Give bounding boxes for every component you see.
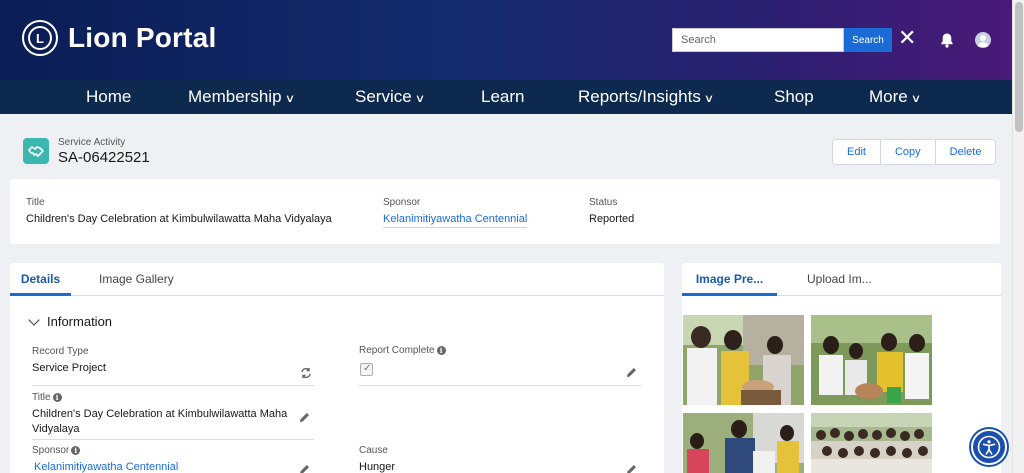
field-divider: [359, 385, 641, 386]
title-value: Children's Day Celebration at Kimbulwila…: [32, 408, 288, 435]
lions-logo[interactable]: L Lion Portal: [22, 20, 216, 56]
change-record-type-icon[interactable]: [300, 367, 312, 379]
cause-value: Hunger: [359, 461, 396, 473]
nav-item-membership[interactable]: Membership ∨: [188, 80, 295, 114]
info-icon[interactable]: i: [52, 393, 62, 402]
nav-item-learn[interactable]: Learn: [481, 80, 524, 114]
nav-item-home[interactable]: Home: [86, 80, 131, 114]
section-title: Information: [47, 314, 113, 329]
edit-report-complete-pencil-icon[interactable]: [626, 367, 637, 378]
search-input[interactable]: [672, 28, 844, 52]
details-tabs: Details Image Gallery: [10, 263, 664, 296]
app-title: Lion Portal: [68, 22, 217, 53]
report-complete-label: Report Complete i: [359, 345, 446, 356]
sponsor-field-link[interactable]: Kelanimitiyawatha Centennial: [34, 461, 178, 473]
check-icon: ✓: [363, 363, 372, 374]
photo-thumbnail: [811, 413, 932, 473]
chevron-down-icon: ∨: [910, 93, 922, 105]
accessibility-button[interactable]: [971, 429, 1007, 465]
highlight-sponsor-label: Sponsor: [383, 197, 421, 208]
chevron-down-icon: ∨: [414, 93, 425, 105]
gallery-photo[interactable]: [683, 413, 804, 473]
edit-sponsor-pencil-icon[interactable]: [299, 464, 310, 473]
delete-button[interactable]: Delete: [934, 140, 996, 164]
gallery-photo[interactable]: [683, 315, 804, 405]
top-header: L Lion Portal Search ✕: [0, 0, 1012, 80]
tab-upload-images[interactable]: Upload Im...: [807, 263, 872, 296]
title-label: Title i: [32, 392, 62, 403]
bell-icon[interactable]: [939, 32, 955, 48]
field-divider: [32, 439, 314, 440]
service-activity-icon: [23, 138, 49, 164]
accessibility-icon: [977, 435, 1001, 459]
chevron-down-icon: ∨: [284, 93, 295, 105]
highlights-panel: Title Children's Day Celebration at Kimb…: [10, 179, 1000, 244]
highlight-status-label: Status: [589, 197, 618, 208]
record-actions: Edit Copy Delete: [832, 139, 997, 165]
page-scrollbar[interactable]: [1012, 0, 1024, 473]
record-type-value: Service Project: [32, 362, 106, 374]
copy-button[interactable]: Copy: [879, 140, 935, 164]
status-value: Reported: [589, 213, 635, 225]
sponsor-link[interactable]: Kelanimitiyawatha Centennial: [383, 213, 528, 228]
handshake-icon: [28, 146, 44, 157]
chevron-down-icon: ∨: [703, 93, 715, 105]
info-icon[interactable]: i: [436, 346, 446, 355]
highlight-title-value: Children's Day Celebration at Kimbulwila…: [26, 213, 332, 225]
report-complete-checkbox: ✓: [360, 363, 373, 376]
main-nav: Home Membership ∨ Service ∨ Learn Reports/…: [0, 80, 1012, 114]
record-object-type: Service Activity: [58, 137, 126, 148]
edit-button[interactable]: Edit: [833, 140, 880, 164]
photo-thumbnail: [683, 315, 804, 405]
record-id: SA-06422521: [58, 149, 150, 166]
cause-label: Cause: [359, 445, 388, 456]
nav-item-service[interactable]: Service ∨: [355, 80, 425, 114]
nav-item-more[interactable]: More ∨: [869, 80, 922, 114]
chevron-down-icon: [28, 313, 40, 326]
tab-details[interactable]: Details: [10, 263, 71, 296]
gallery-photo[interactable]: [811, 315, 932, 405]
nav-item-shop[interactable]: Shop: [774, 80, 814, 114]
highlight-title-label: Title: [26, 197, 45, 208]
photo-thumbnail: [683, 413, 804, 473]
tab-image-gallery[interactable]: Image Gallery: [99, 263, 174, 296]
scrollbar-thumb[interactable]: [1015, 2, 1023, 132]
nav-item-reports-insights[interactable]: Reports/Insights ∨: [578, 80, 715, 114]
sponsor-field-value: Kelanimitiyawatha Centennial: [34, 460, 178, 473]
avatar[interactable]: [975, 32, 991, 48]
record-type-label: Record Type: [32, 346, 89, 357]
highlight-sponsor-cell: Kelanimitiyawatha Centennial: [383, 213, 528, 228]
details-card: Details Image Gallery Information Record…: [10, 263, 664, 473]
tab-image-preview[interactable]: Image Pre...: [682, 263, 777, 296]
info-icon[interactable]: i: [71, 446, 81, 455]
global-search: Search: [672, 28, 892, 52]
user-icon: [977, 35, 989, 47]
photo-thumbnail: [811, 315, 932, 405]
section-information-toggle[interactable]: Information: [28, 313, 113, 329]
edit-cause-pencil-icon[interactable]: [626, 464, 637, 473]
gallery-photo[interactable]: [811, 413, 932, 473]
search-button[interactable]: Search: [844, 28, 892, 52]
close-search-icon[interactable]: ✕: [898, 26, 916, 50]
image-card: Image Pre... Upload Im...: [682, 263, 1001, 473]
lions-emblem-icon: L: [22, 20, 58, 56]
sponsor-label: Sponsor i: [32, 445, 81, 456]
edit-title-pencil-icon[interactable]: [299, 412, 310, 423]
image-tabs: Image Pre... Upload Im...: [682, 263, 1001, 296]
field-divider: [32, 385, 314, 386]
